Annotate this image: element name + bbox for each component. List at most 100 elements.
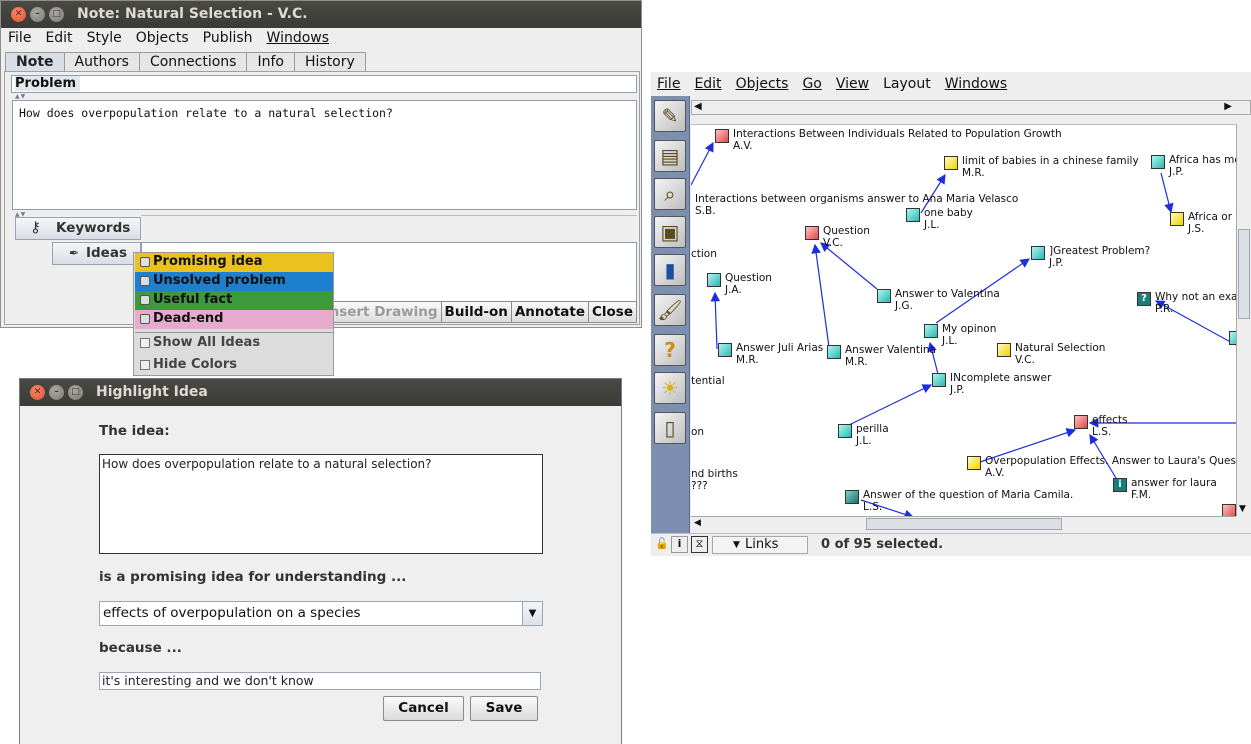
scroll-right-icon[interactable]: ▶ — [1224, 101, 1232, 112]
node-author: F.M. — [1131, 489, 1152, 501]
note-icon — [827, 345, 841, 359]
link[interactable] — [1160, 172, 1174, 214]
menu-publish[interactable]: Publish — [203, 30, 253, 46]
info-icon[interactable]: i — [671, 536, 688, 553]
dead-end-item[interactable]: Dead-end — [135, 310, 333, 329]
scroll-thumb[interactable] — [866, 518, 1062, 530]
node-title: ction — [691, 248, 717, 260]
show-all-ideas-item[interactable]: Show All Ideas — [135, 333, 333, 353]
menu-layout[interactable]: Layout — [883, 76, 931, 92]
pencil-icon[interactable]: ✎ — [654, 100, 686, 132]
menu-windows[interactable]: Windows — [267, 30, 330, 46]
node-title: Question — [823, 225, 870, 237]
close-icon[interactable]: ✕ — [30, 385, 45, 400]
idea-text-area[interactable]: How does overpopulation relate to a natu… — [99, 454, 543, 554]
menu-style[interactable]: Style — [87, 30, 122, 46]
link[interactable] — [691, 141, 714, 186]
menu-windows[interactable]: Windows — [945, 76, 1008, 92]
because-label: because ... — [99, 640, 182, 656]
menu-objects[interactable]: Objects — [736, 76, 789, 92]
dialog-titlebar[interactable]: ✕ – □ Highlight Idea — [20, 379, 621, 406]
door-icon[interactable]: ▯ — [654, 412, 686, 444]
note-text-area[interactable]: How does overpopulation relate to a natu… — [12, 100, 637, 210]
tab-authors[interactable]: Authors — [63, 52, 140, 71]
note-icon — [805, 226, 819, 240]
scaffold-icon[interactable]: ▤ — [654, 140, 686, 172]
node-author: J.L. — [924, 219, 940, 231]
highlight-color-popup: Promising idea Unsolved problem Useful f… — [133, 252, 334, 376]
magnifier-icon[interactable]: ⌕ — [654, 178, 686, 210]
ideas-button[interactable]: ✒ Ideas — [52, 242, 141, 265]
node-author: J.S. — [1188, 223, 1205, 235]
top-scrollbar[interactable]: ◀ ▶ — [691, 100, 1251, 115]
scroll-thumb[interactable] — [1238, 229, 1250, 319]
menu-view[interactable]: View — [836, 76, 869, 92]
selected-option: effects of overpopulation on a species — [103, 605, 361, 621]
useful-fact-item[interactable]: Useful fact — [135, 291, 333, 310]
link[interactable] — [811, 243, 830, 348]
promising-idea-item[interactable]: Promising idea — [135, 253, 333, 272]
minimize-icon[interactable]: – — [49, 385, 64, 400]
key-icon: ⚷ — [30, 218, 41, 236]
book-icon[interactable]: ▣ — [654, 216, 686, 248]
build-on-button[interactable]: Build-on — [440, 301, 512, 323]
maximize-icon[interactable]: □ — [49, 7, 64, 22]
menu-edit[interactable]: Edit — [694, 76, 721, 92]
maximize-icon[interactable]: □ — [68, 385, 83, 400]
brush-icon[interactable]: 🖌 — [654, 294, 686, 326]
link[interactable] — [710, 291, 721, 350]
problem-field[interactable]: Problem — [11, 75, 637, 93]
node-author: L.S. — [863, 501, 883, 513]
tab-note[interactable]: Note — [5, 52, 65, 71]
unsolved-problem-label: Unsolved problem — [153, 273, 286, 288]
annotate-button[interactable]: Annotate — [510, 301, 589, 323]
tab-info[interactable]: Info — [246, 52, 295, 71]
keywords-button[interactable]: ⚷ Keywords — [15, 217, 141, 240]
understanding-select[interactable]: effects of overpopulation on a species ▼ — [99, 601, 543, 626]
lock-icon[interactable]: 🔓 — [655, 537, 669, 550]
hide-colors-item[interactable]: Hide Colors — [135, 355, 333, 375]
scroll-down-icon[interactable]: ▼ — [1239, 504, 1246, 514]
scroll-left-icon[interactable]: ◀ — [694, 101, 702, 112]
menu-objects[interactable]: Objects — [136, 30, 189, 46]
menu-file[interactable]: File — [657, 76, 680, 92]
note-icon[interactable] — [1229, 331, 1236, 345]
link[interactable] — [848, 384, 933, 426]
question-icon: ? — [1137, 292, 1151, 306]
node-author: J.G. — [895, 300, 913, 312]
minimize-icon[interactable]: – — [30, 7, 45, 22]
chevron-down-icon[interactable]: ▼ — [522, 602, 542, 625]
menu-file[interactable]: File — [8, 30, 31, 46]
tab-connections[interactable]: Connections — [138, 52, 248, 71]
concept-map-canvas[interactable]: Interactions Between Individuals Related… — [691, 124, 1236, 516]
menu-go[interactable]: Go — [802, 76, 821, 92]
because-input[interactable]: it's interesting and we don't know — [99, 672, 541, 690]
idea-label: The idea: — [99, 423, 170, 439]
question-icon[interactable]: ? — [654, 334, 686, 366]
note-icon[interactable] — [1222, 504, 1236, 516]
insert-drawing-button[interactable]: Insert Drawing — [320, 301, 442, 323]
chart-icon[interactable]: ▮ — [654, 254, 686, 286]
close-icon[interactable]: ✕ — [11, 7, 26, 22]
links-dropdown[interactable]: ▼ Links — [712, 536, 808, 554]
promising-label: is a promising idea for understanding ..… — [99, 569, 407, 585]
note-titlebar[interactable]: ✕ – □ Note: Natural Selection - V.C. — [1, 1, 641, 28]
node-author: J.A. — [725, 284, 742, 296]
save-button[interactable]: Save — [470, 696, 538, 721]
vertical-scrollbar[interactable]: ▼ — [1236, 124, 1251, 516]
node-title: INcomplete answer — [950, 372, 1052, 384]
close-button[interactable]: Close — [587, 301, 637, 323]
filter-icon[interactable]: ⧖ — [691, 536, 708, 553]
node-title: Answer Valentina — [845, 344, 936, 356]
collapse-icon[interactable]: ▲▼ — [15, 93, 26, 100]
link[interactable] — [820, 242, 878, 290]
scroll-left-icon[interactable]: ◀ — [694, 518, 701, 528]
unsolved-problem-item[interactable]: Unsolved problem — [135, 272, 333, 291]
checkbox-icon — [140, 360, 150, 370]
tab-history[interactable]: History — [293, 52, 366, 71]
horizontal-scrollbar[interactable]: ◀ — [691, 516, 1236, 531]
note-icon — [924, 324, 938, 338]
lightbulb-icon[interactable]: ☀ — [654, 372, 686, 404]
menu-edit[interactable]: Edit — [45, 30, 72, 46]
cancel-button[interactable]: Cancel — [383, 696, 464, 721]
